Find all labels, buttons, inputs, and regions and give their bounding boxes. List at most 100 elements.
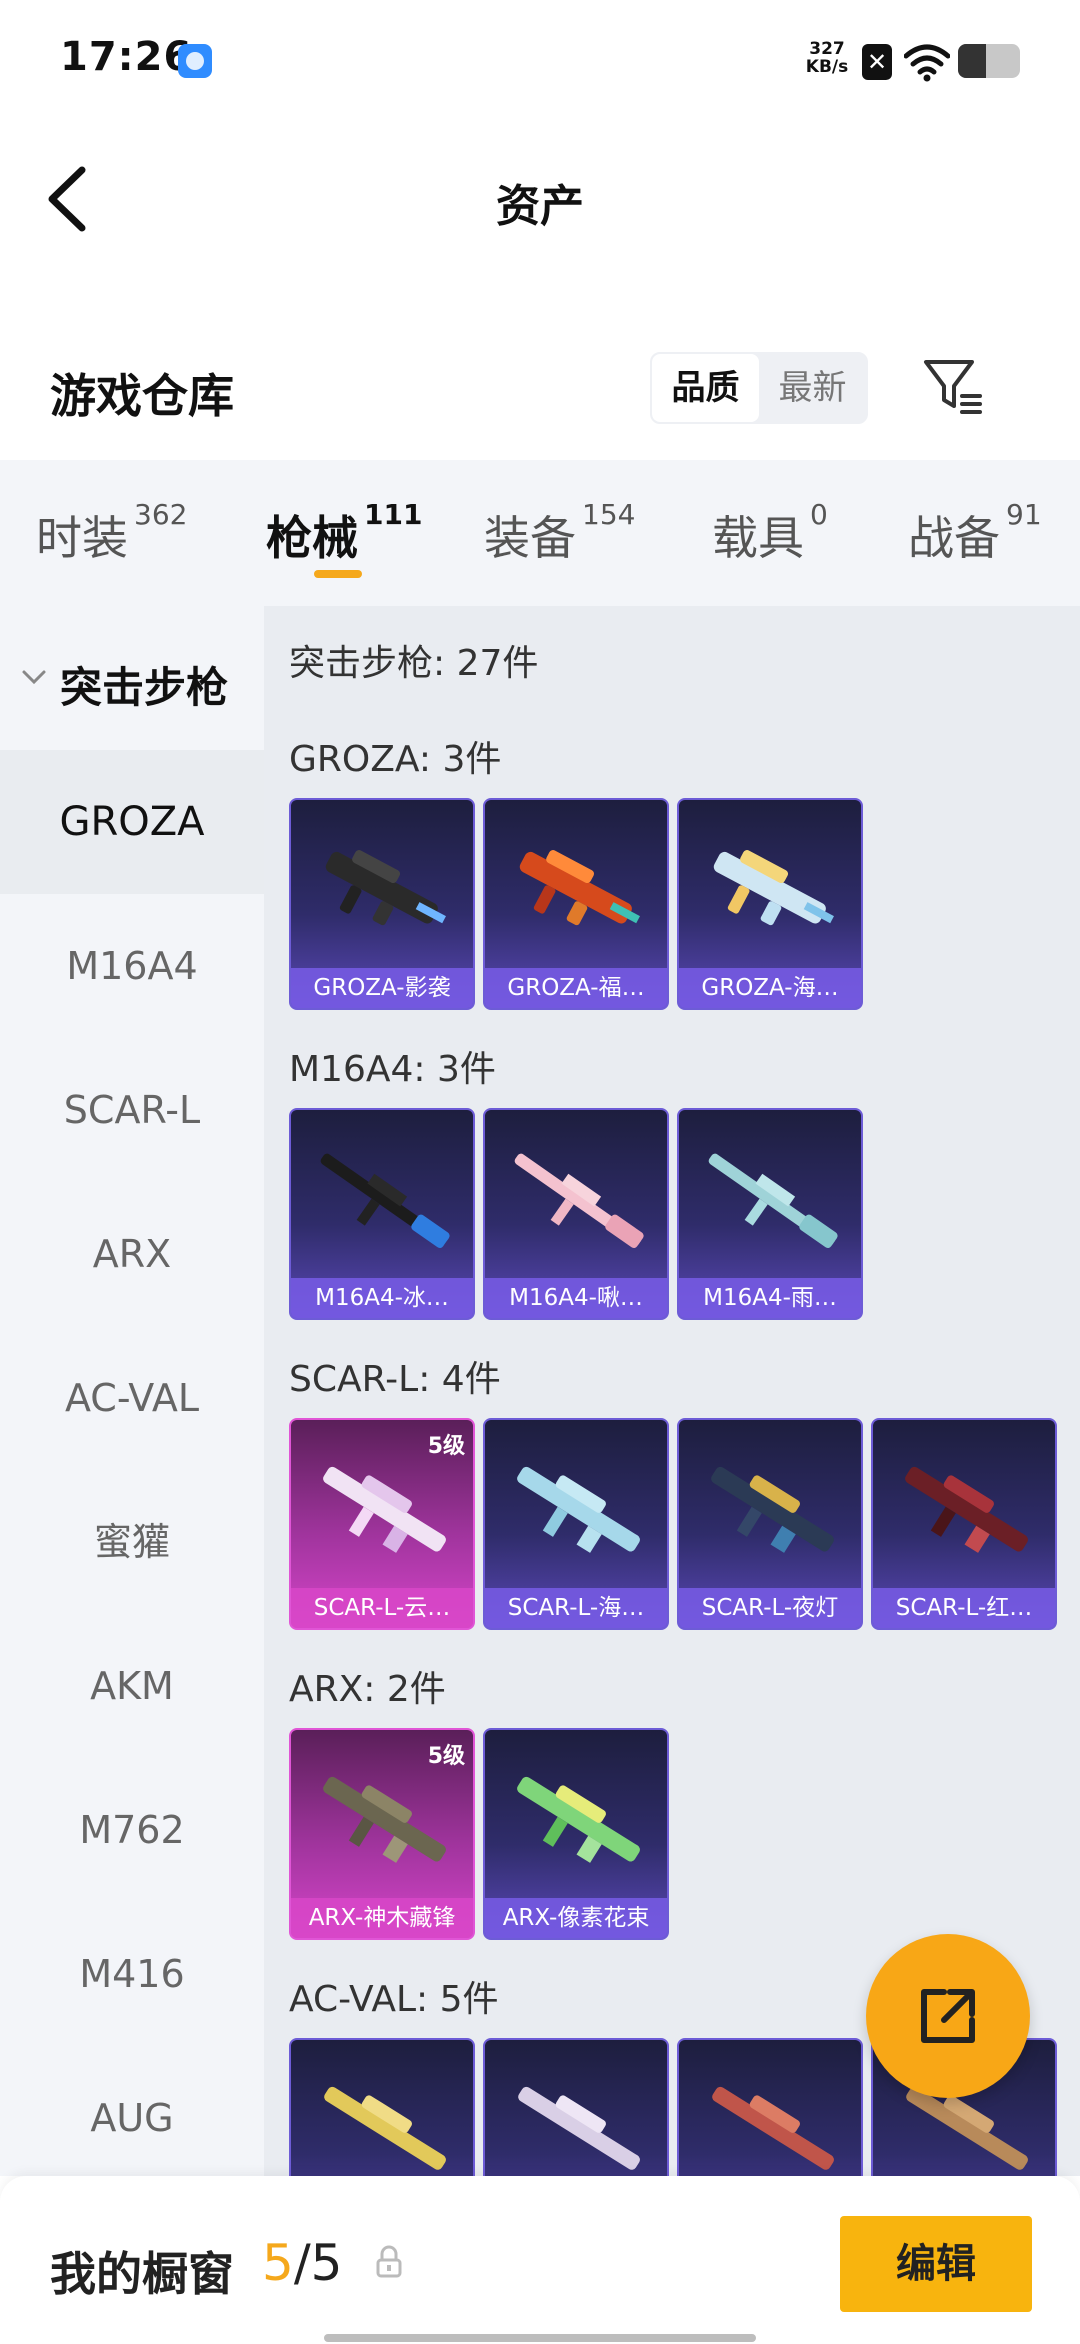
section-label-ac-val: AC-VAL: 5件: [289, 1979, 499, 2020]
tab-count: 111: [364, 498, 423, 531]
weapon-skin-image: [905, 1466, 1028, 1553]
section-label-groza: GROZA: 3件: [289, 739, 502, 780]
section-label-m16a4: M16A4: 3件: [289, 1049, 496, 1090]
chevron-down-icon: [22, 670, 46, 685]
weapon-card-name: M16A4-冰…: [291, 1278, 473, 1318]
showcase-count-total: 5: [310, 2234, 343, 2292]
showcase-count-current: 5: [262, 2234, 294, 2292]
tab-label: 战备: [908, 511, 1000, 565]
lock-icon: [376, 2245, 402, 2278]
weapon-card-name: ARX-像素花束: [485, 1898, 667, 1938]
weapon-skin-image: [323, 1776, 446, 1863]
sidebar-item-scar-l[interactable]: SCAR-L: [0, 1038, 264, 1182]
weapon-card[interactable]: 5级 SCAR-L-云…: [289, 1418, 475, 1630]
section-label-scar-l: SCAR-L: 4件: [289, 1359, 501, 1400]
weapon-card-name: GROZA-福…: [485, 968, 667, 1008]
tab-label: 时装: [36, 511, 128, 565]
category-tabs: 时装 362 枪械 111 装备 154 载具 0 战备 91: [0, 460, 1080, 606]
sort-toggle: 品质 最新: [650, 352, 868, 424]
wifi-icon: [904, 44, 950, 82]
weapon-card[interactable]: M16A4-啾…: [483, 1108, 669, 1320]
tab-supplies[interactable]: 战备 91: [908, 498, 1042, 568]
weapon-card-name: GROZA-海…: [679, 968, 861, 1008]
weapon-card[interactable]: M16A4-雨…: [677, 1108, 863, 1320]
sidebar-item-honey-badger[interactable]: 蜜獾: [0, 1470, 264, 1614]
weapon-card-name: SCAR-L-海…: [485, 1588, 667, 1628]
weapon-card-name: SCAR-L-夜灯: [679, 1588, 861, 1628]
tab-equipment[interactable]: 装备 154: [484, 498, 635, 568]
weapon-card-name: SCAR-L-云…: [291, 1588, 473, 1628]
sidebar-item-groza[interactable]: GROZA: [0, 750, 264, 894]
active-tab-indicator: [314, 570, 362, 578]
weapon-card-name: M16A4-啾…: [485, 1278, 667, 1318]
tab-fashion[interactable]: 时装 362: [36, 498, 187, 568]
weapon-skin-image: [518, 2086, 640, 2170]
showcase-bar: 我的橱窗 5/5 编辑: [0, 2176, 1080, 2344]
weapon-skin-image: [519, 850, 640, 926]
weapon-skin-image: [514, 1153, 644, 1249]
showcase-label: 我的橱窗: [50, 2247, 234, 2301]
tab-count: 91: [1006, 498, 1042, 531]
weapon-card-name: M16A4-雨…: [679, 1278, 861, 1318]
status-time: 17:26: [60, 34, 193, 80]
sidebar-item-akm[interactable]: AKM: [0, 1614, 264, 1758]
weapon-card[interactable]: GROZA-福…: [483, 798, 669, 1010]
filter-icon[interactable]: [922, 356, 984, 418]
header: 资产: [0, 150, 1080, 250]
tab-label: 枪械: [266, 511, 358, 565]
weapon-skin-image: [713, 850, 834, 926]
showcase-count-separator: /: [293, 2234, 311, 2292]
sort-option-newest[interactable]: 最新: [759, 354, 866, 422]
category-total-label: 突击步枪: 27件: [289, 643, 539, 684]
weapon-card[interactable]: M16A4-冰…: [289, 1108, 475, 1320]
weapon-skin-image: [517, 1466, 640, 1553]
weapon-card[interactable]: 5级 ARX-神木藏锋: [289, 1728, 475, 1940]
weapon-skin-image: [324, 2086, 446, 2170]
weapon-card[interactable]: SCAR-L-红…: [871, 1418, 1057, 1630]
tab-vehicles[interactable]: 载具 0: [712, 498, 828, 568]
network-speed-value: 327: [809, 39, 845, 59]
tab-count: 362: [134, 498, 188, 531]
share-icon: [921, 1989, 975, 2043]
network-speed-unit: KB/s: [805, 57, 849, 77]
showcase-count: 5/5: [262, 2234, 342, 2292]
weapon-card[interactable]: GROZA-影袭: [289, 798, 475, 1010]
weapon-card[interactable]: [289, 2038, 475, 2176]
tab-count: 154: [582, 498, 636, 531]
tab-count: 0: [810, 498, 828, 531]
weapon-sidebar: 突击步枪 GROZA M16A4 SCAR-L ARX AC-VAL 蜜獾 AK…: [0, 606, 264, 2176]
weapon-card-name: GROZA-影袭: [291, 968, 473, 1008]
weapon-card[interactable]: [483, 2038, 669, 2176]
weapon-card[interactable]: SCAR-L-夜灯: [677, 1418, 863, 1630]
weapon-skin-image: [325, 850, 446, 926]
sidebar-item-m762[interactable]: M762: [0, 1758, 264, 1902]
home-indicator[interactable]: [324, 2334, 756, 2342]
sidebar-group-assault-rifles[interactable]: 突击步枪: [0, 606, 264, 750]
sidebar-item-arx[interactable]: ARX: [0, 1182, 264, 1326]
share-button[interactable]: [866, 1934, 1030, 2098]
tab-label: 载具: [712, 511, 804, 565]
x-icon: ✕: [862, 44, 892, 80]
sort-option-quality[interactable]: 品质: [652, 354, 759, 422]
app-notification-icon: [178, 44, 212, 78]
weapon-card[interactable]: SCAR-L-海…: [483, 1418, 669, 1630]
weapon-skin-image: [323, 1466, 446, 1553]
weapon-card[interactable]: ARX-像素花束: [483, 1728, 669, 1940]
weapon-card-name: ARX-神木藏锋: [291, 1898, 473, 1938]
weapon-card[interactable]: GROZA-海…: [677, 798, 863, 1010]
weapon-skin-image: [711, 1466, 834, 1553]
tab-label: 装备: [484, 511, 576, 565]
sidebar-item-m416[interactable]: M416: [0, 1902, 264, 2046]
sidebar-item-m16a4[interactable]: M16A4: [0, 894, 264, 1038]
sidebar-item-ac-val[interactable]: AC-VAL: [0, 1326, 264, 1470]
weapon-skin-image: [517, 1776, 640, 1863]
network-speed: 327 KB/s: [802, 40, 852, 76]
weapon-skin-image: [712, 2086, 834, 2170]
sidebar-item-aug[interactable]: AUG: [0, 2046, 264, 2190]
tab-firearms[interactable]: 枪械 111: [266, 498, 422, 568]
weapon-card-name: SCAR-L-红…: [873, 1588, 1055, 1628]
battery-icon: [958, 44, 1020, 78]
section-label-arx: ARX: 2件: [289, 1669, 446, 1710]
weapon-card[interactable]: [677, 2038, 863, 2176]
edit-button[interactable]: 编辑: [840, 2216, 1032, 2312]
